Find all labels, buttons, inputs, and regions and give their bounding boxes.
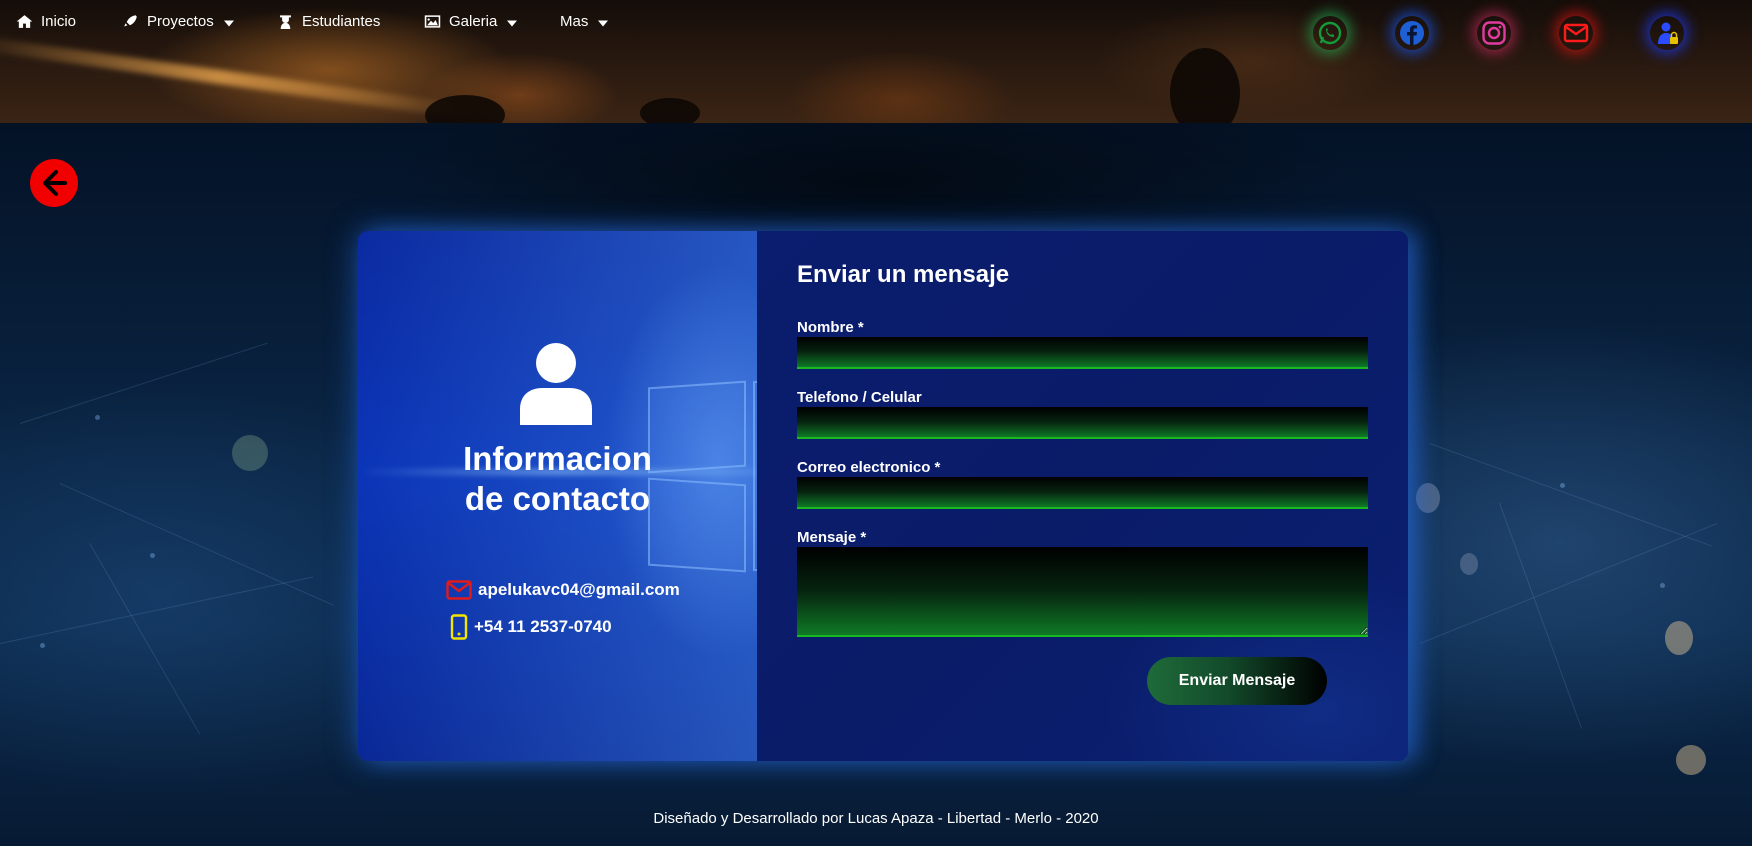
- message-label: Mensaje *: [797, 529, 867, 546]
- send-message-button[interactable]: Enviar Mensaje: [1147, 657, 1327, 705]
- facebook-icon: [1400, 21, 1424, 45]
- network-line: [89, 543, 200, 735]
- nav-item-label: Inicio: [41, 13, 77, 30]
- back-button[interactable]: [30, 159, 78, 207]
- message-field[interactable]: [797, 547, 1368, 637]
- banner-shape: [1170, 48, 1240, 123]
- home-icon: [16, 15, 33, 28]
- network-line: [59, 483, 335, 606]
- admin-login-link[interactable]: [1650, 16, 1684, 50]
- bokeh-light: [1676, 745, 1706, 775]
- contact-info-title: Informacion de contacto: [358, 439, 757, 519]
- network-node: [1660, 583, 1665, 588]
- instagram-icon: [1482, 21, 1506, 45]
- phone-field[interactable]: [797, 407, 1368, 439]
- rocket-icon: [124, 15, 137, 27]
- bokeh-light: [1416, 483, 1440, 513]
- chevron-down-icon: [598, 20, 609, 27]
- chevron-down-icon: [223, 20, 234, 27]
- nav-item-label: Galeria: [449, 13, 498, 30]
- banner-shape: [640, 98, 700, 123]
- network-node: [1560, 483, 1565, 488]
- nav-item-estudiantes[interactable]: Estudiantes: [277, 13, 380, 30]
- network-line: [0, 576, 314, 644]
- banner-light-streak: [0, 33, 479, 121]
- whatsapp-icon: [1318, 21, 1342, 45]
- banner-shape: [425, 95, 505, 123]
- chevron-down-icon: [507, 20, 518, 27]
- instagram-link[interactable]: [1477, 16, 1511, 50]
- arrow-left-circle-icon: [43, 170, 67, 196]
- bokeh-light: [1665, 621, 1693, 655]
- network-line: [1429, 443, 1712, 547]
- mobile-phone-icon: [450, 614, 468, 640]
- network-line: [1499, 503, 1583, 729]
- nav-item-label: Proyectos: [147, 13, 214, 30]
- network-node: [40, 643, 45, 648]
- contact-info-panel: Informacion de contacto apelukavc04@gmai…: [358, 231, 757, 761]
- name-field[interactable]: [797, 337, 1368, 369]
- main-background: Informacion de contacto apelukavc04@gmai…: [0, 123, 1752, 846]
- nav-item-galeria[interactable]: Galeria: [424, 13, 518, 30]
- contact-card: Informacion de contacto apelukavc04@gmai…: [358, 231, 1408, 761]
- name-label: Nombre *: [797, 319, 864, 336]
- admin-user-icon: [1658, 22, 1678, 44]
- network-node: [150, 553, 155, 558]
- footer-credits: Diseñado y Desarrollado por Lucas Apaza …: [653, 810, 1099, 827]
- facebook-link[interactable]: [1395, 16, 1429, 50]
- nav-item-proyectos[interactable]: Proyectos: [122, 13, 234, 30]
- contact-phone-text: +54 11 2537-0740: [474, 617, 612, 636]
- network-line: [20, 342, 268, 424]
- contact-email[interactable]: apelukavc04@gmail.com: [446, 579, 680, 601]
- bokeh-light: [1460, 553, 1478, 575]
- phone-label: Telefono / Celular: [797, 389, 922, 406]
- contact-phone[interactable]: +54 11 2537-0740: [450, 614, 612, 640]
- contact-info-title-line2: de contacto: [464, 480, 651, 517]
- whatsapp-link[interactable]: [1313, 16, 1347, 50]
- contact-email-text: apelukavc04@gmail.com: [478, 580, 680, 599]
- nav-item-label: Estudiantes: [302, 13, 381, 30]
- graduate-icon: [280, 15, 291, 29]
- nav-item-inicio[interactable]: Inicio: [16, 13, 76, 30]
- image-icon: [424, 15, 441, 28]
- email-link[interactable]: [1559, 16, 1593, 50]
- bokeh-light: [232, 435, 268, 471]
- network-node: [95, 415, 100, 420]
- form-title: Enviar un mensaje: [797, 261, 1010, 288]
- nav-item-label: Mas: [560, 13, 589, 30]
- email-label: Correo electronico *: [797, 459, 941, 476]
- email-field[interactable]: [797, 477, 1368, 509]
- contact-info-title-line1: Informacion: [463, 440, 652, 477]
- header-banner: Inicio Proyectos Estudiantes Galeria Mas: [0, 0, 1752, 123]
- person-icon: [520, 343, 592, 425]
- email-icon: [1563, 23, 1589, 43]
- email-icon: [446, 580, 472, 600]
- nav-item-mas[interactable]: Mas: [560, 13, 609, 30]
